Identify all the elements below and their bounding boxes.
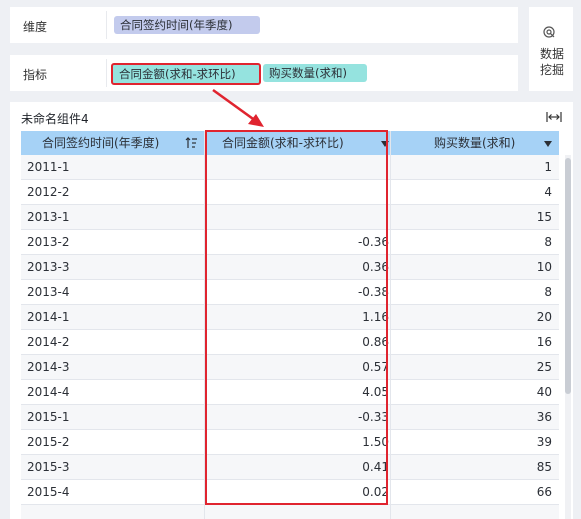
cell-signing-time: 2014-1 — [27, 310, 70, 324]
row-divider — [106, 59, 107, 87]
cell-purchase-qty: 8 — [544, 285, 552, 299]
cell-signing-time: 2015-4 — [27, 485, 70, 499]
expand-width-icon[interactable] — [546, 111, 562, 123]
table-row[interactable] — [21, 505, 559, 519]
cell-signing-time: 2013-4 — [27, 285, 70, 299]
cell-signing-time: 2014-2 — [27, 335, 70, 349]
cell-signing-time: 2014-3 — [27, 360, 70, 374]
cell-purchase-qty: 4 — [544, 185, 552, 199]
data-mining-label: 数据 挖掘 — [539, 47, 564, 77]
cell-purchase-qty: 1 — [544, 160, 552, 174]
column-header-purchase-qty[interactable]: 购买数量(求和) — [434, 131, 515, 155]
dimension-field-pill[interactable]: 合同签约时间(年季度) — [114, 16, 260, 34]
cell-signing-time: 2015-3 — [27, 460, 70, 474]
cell-signing-time: 2015-1 — [27, 410, 70, 424]
component-title: 未命名组件4 — [21, 112, 89, 126]
data-mining-button[interactable]: 数据 挖掘 — [529, 7, 573, 91]
dimension-row: 维度 合同签约时间(年季度) — [10, 7, 518, 43]
cell-signing-time: 2013-2 — [27, 235, 70, 249]
cell-purchase-qty: 20 — [536, 310, 552, 324]
indicator-field-pill-contract-amount[interactable]: 合同金额(求和-求环比) — [111, 63, 261, 85]
cell-signing-time: 2013-1 — [27, 210, 70, 224]
vertical-scrollbar-thumb[interactable] — [565, 158, 571, 394]
indicator-label: 指标 — [23, 68, 48, 82]
cell-purchase-qty: 25 — [536, 360, 552, 374]
indicator-row: 指标 合同金额(求和-求环比) 购买数量(求和) — [10, 55, 518, 91]
cell-signing-time: 2011-1 — [27, 160, 70, 174]
dimension-label: 维度 — [23, 20, 48, 34]
cell-purchase-qty: 66 — [536, 485, 552, 499]
dropdown-caret-icon[interactable] — [544, 141, 552, 147]
cell-purchase-qty: 15 — [536, 210, 552, 224]
indicator-field-pill-purchase-qty[interactable]: 购买数量(求和) — [263, 64, 367, 82]
sort-ascending-icon[interactable] — [185, 137, 198, 149]
cell-signing-time: 2015-2 — [27, 435, 70, 449]
column-header-signing-time[interactable]: 合同签约时间(年季度) — [42, 131, 159, 155]
row-divider — [106, 11, 107, 39]
column-divider — [390, 131, 391, 519]
highlight-box — [205, 130, 388, 505]
cell-purchase-qty: 8 — [544, 235, 552, 249]
cell-purchase-qty: 39 — [536, 435, 552, 449]
data-mining-icon — [543, 26, 555, 38]
cell-signing-time: 2014-4 — [27, 385, 70, 399]
cell-purchase-qty: 16 — [536, 335, 552, 349]
cell-purchase-qty: 85 — [536, 460, 552, 474]
cell-signing-time: 2012-2 — [27, 185, 70, 199]
cell-purchase-qty: 36 — [536, 410, 552, 424]
cell-signing-time: 2013-3 — [27, 260, 70, 274]
cell-purchase-qty: 40 — [536, 385, 552, 399]
cell-purchase-qty: 10 — [536, 260, 552, 274]
